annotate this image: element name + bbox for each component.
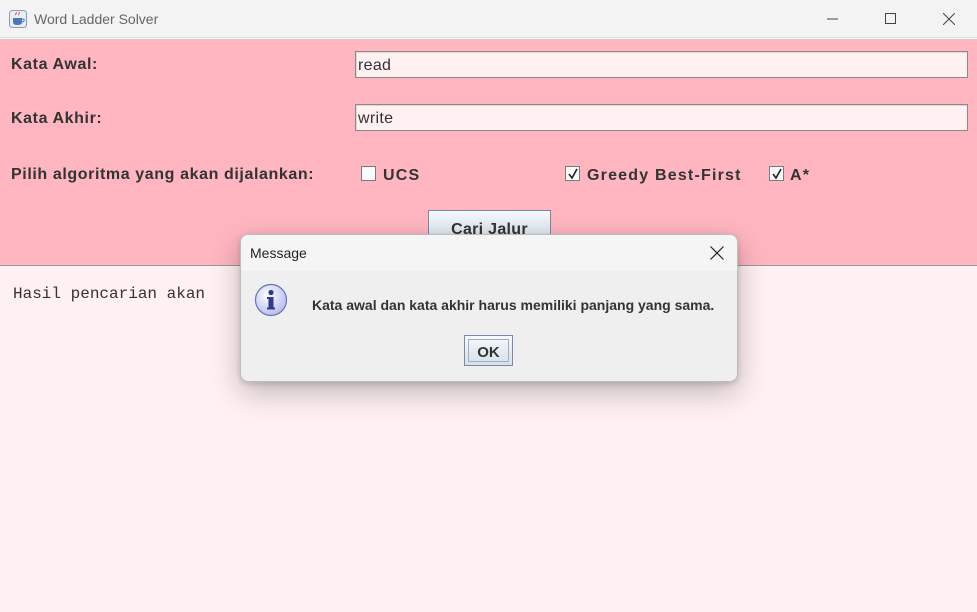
info-icon	[254, 283, 288, 317]
checkmark-icon	[772, 168, 782, 180]
ok-button-label: OK	[468, 339, 509, 362]
input-panel: Kata Awal: Kata Akhir: Pilih algoritma y…	[0, 39, 977, 266]
greedy-checkbox[interactable]	[565, 166, 580, 181]
close-icon	[710, 246, 724, 260]
java-app-icon	[9, 10, 27, 28]
ucs-checkbox[interactable]	[361, 166, 376, 181]
astar-checkbox[interactable]	[769, 166, 784, 181]
dialog-title: Message	[250, 245, 307, 261]
result-text: Hasil pencarian akan	[13, 285, 206, 303]
close-icon	[943, 13, 955, 25]
maximize-icon	[885, 13, 896, 24]
astar-checkbox-label[interactable]: A*	[790, 167, 810, 185]
ok-button[interactable]: OK	[464, 335, 513, 366]
window-titlebar: Word Ladder Solver	[0, 0, 977, 38]
start-word-label: Kata Awal:	[11, 56, 98, 73]
dialog-close-button[interactable]	[703, 241, 731, 265]
ucs-checkbox-label[interactable]: UCS	[383, 167, 420, 185]
end-word-label: Kata Akhir:	[11, 110, 103, 127]
start-word-input[interactable]	[355, 51, 968, 78]
algorithm-label: Pilih algoritma yang akan dijalankan:	[11, 166, 315, 183]
end-word-input[interactable]	[355, 104, 968, 131]
message-dialog: Message Kata awal dan kata akhir harus m…	[240, 234, 738, 382]
greedy-checkbox-label[interactable]: Greedy Best-First	[587, 167, 742, 185]
maximize-button[interactable]	[863, 0, 921, 38]
dialog-titlebar: Message	[241, 235, 737, 271]
minimize-icon	[827, 18, 838, 20]
dialog-message: Kata awal dan kata akhir harus memiliki …	[312, 297, 715, 313]
window-title: Word Ladder Solver	[34, 11, 159, 27]
close-window-button[interactable]	[921, 0, 977, 38]
checkmark-icon	[568, 168, 578, 180]
minimize-button[interactable]	[805, 0, 863, 38]
